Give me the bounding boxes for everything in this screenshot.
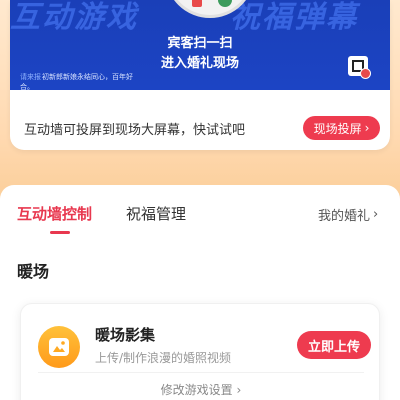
tab-blessing-management[interactable]: 祝福管理 [126, 203, 186, 224]
cast-button-label: 现场投屏 [313, 121, 362, 136]
edit-settings-label: 修改游戏设置 [160, 383, 233, 397]
chevron-right-icon: › [373, 207, 379, 222]
banner-title-line1: 宾客扫一扫 [167, 36, 233, 51]
chevron-right-icon: › [364, 121, 370, 135]
chat-message-continued: 合。 [20, 83, 34, 90]
chat-sender-name: 请来报 [20, 73, 41, 81]
my-wedding-label: 我的婚礼 [318, 209, 371, 224]
warmup-album-card: 暖场影集 上传/制作浪漫的婚照视频 立即上传 修改游戏设置 › [20, 303, 380, 400]
main-panel: 互动墙控制 祝福管理 我的婚礼 › 暖场 暖场影集 上传/制作浪漫的婚照视频 立… [0, 185, 400, 400]
cast-tip-text: 互动墙可投屏到现场大屏幕，快试试吧 [24, 123, 246, 138]
card-subtitle: 上传/制作浪漫的婚照视频 [95, 351, 232, 365]
mini-qr-icon[interactable] [348, 56, 371, 79]
card-divider [38, 372, 364, 373]
chat-message: 初新郎新娘永结同心，百年好 [42, 73, 133, 81]
banner-watermark-right: 祝福弹幕 [230, 0, 358, 35]
banner-title-line2: 进入婚礼现场 [160, 56, 239, 71]
section-title: 暖场 [17, 262, 50, 281]
upload-now-button[interactable]: 立即上传 [297, 331, 371, 359]
tab-wall-control[interactable]: 互动墙控制 [17, 203, 92, 224]
active-tab-indicator [50, 231, 70, 234]
card-title: 暖场影集 [95, 326, 156, 344]
cast-to-screen-button[interactable]: 现场投屏 › [303, 116, 380, 140]
interactive-wall-preview-card: 互动游戏 祝福弹幕 宾客扫一扫 进入婚礼现场 请来报 初新郎新娘永结同心，百年好… [10, 0, 390, 150]
my-wedding-link[interactable]: 我的婚礼 › [318, 205, 378, 224]
chevron-right-icon: › [236, 383, 242, 397]
edit-game-settings-link[interactable]: 修改游戏设置 › [21, 381, 381, 398]
wall-preview-banner[interactable]: 互动游戏 祝福弹幕 宾客扫一扫 进入婚礼现场 请来报 初新郎新娘永结同心，百年好… [10, 0, 390, 90]
photo-album-icon [38, 326, 80, 368]
